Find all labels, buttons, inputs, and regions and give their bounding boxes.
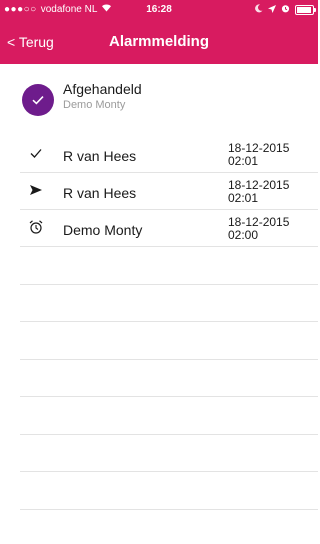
checkmark-icon (28, 145, 44, 161)
checkmark-icon (32, 96, 44, 105)
alarm-subject-label: Demo Monty (63, 99, 126, 111)
empty-row (0, 322, 318, 360)
navigation-bar: < Terug Alarmmelding (0, 20, 318, 64)
top-bar: ●●●○○ vodafone NL 16:28 < Terug Alarmmel… (0, 0, 318, 64)
event-timestamp: 18-12-2015 02:01 (228, 142, 289, 168)
event-time: 02:01 (228, 154, 259, 168)
empty-row (0, 360, 318, 397)
empty-row (0, 285, 318, 322)
status-bar: ●●●○○ vodafone NL 16:28 (0, 0, 318, 20)
alarm-clock-icon (28, 219, 44, 235)
event-timestamp: 18-12-2015 02:01 (228, 179, 289, 205)
battery-icon (295, 5, 316, 15)
event-row[interactable]: R van Hees 18-12-2015 02:01 (0, 136, 318, 173)
empty-row (0, 397, 318, 435)
event-row[interactable]: Demo Monty 18-12-2015 02:00 (0, 210, 318, 247)
row-divider (20, 508, 318, 510)
event-timestamp: 18-12-2015 02:00 (228, 216, 289, 242)
event-row[interactable]: R van Hees 18-12-2015 02:01 (0, 173, 318, 210)
location-arrow-icon (268, 0, 276, 20)
empty-row (0, 435, 318, 472)
event-list: R van Hees 18-12-2015 02:01 R van Hees 1… (0, 136, 318, 510)
moon-icon (255, 0, 263, 20)
event-time: 02:01 (228, 191, 259, 205)
alarm-status-label: Afgehandeld (63, 81, 142, 97)
handled-status-avatar (22, 84, 54, 116)
empty-row (0, 247, 318, 285)
alarm-status-icon (281, 0, 290, 20)
empty-row (0, 472, 318, 510)
event-time: 02:00 (228, 228, 259, 242)
alarm-summary: Afgehandeld Demo Monty (0, 64, 318, 134)
event-name: R van Hees (63, 185, 137, 201)
send-icon (28, 182, 44, 198)
event-name: R van Hees (63, 148, 137, 164)
event-name: Demo Monty (63, 222, 143, 238)
page-title: Alarmmelding (108, 33, 210, 50)
